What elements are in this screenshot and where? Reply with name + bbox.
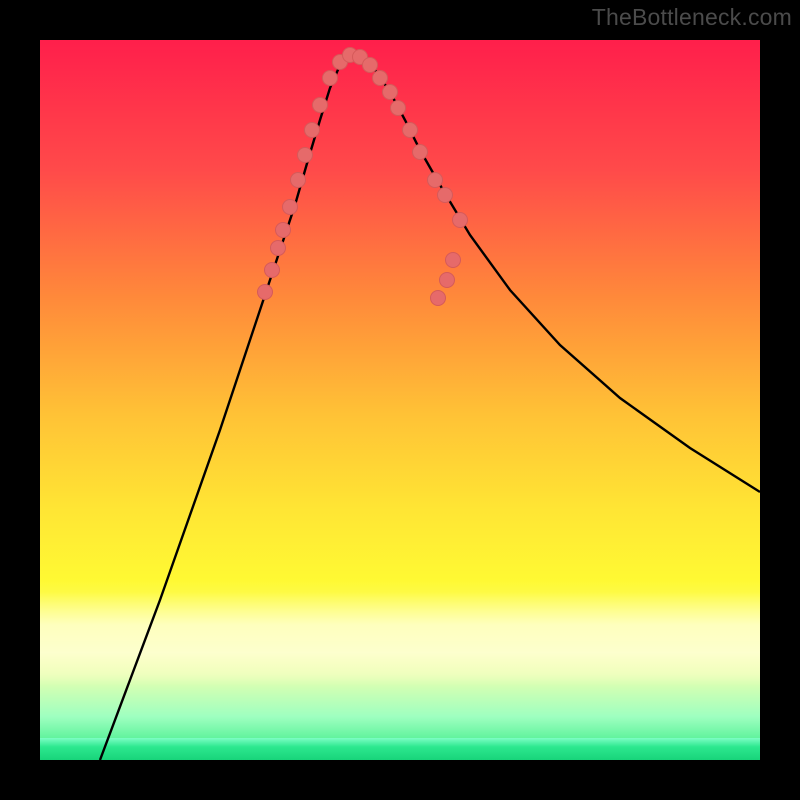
data-point (438, 188, 453, 203)
data-point (373, 71, 388, 86)
data-point (323, 71, 338, 86)
data-point (271, 241, 286, 256)
data-point (453, 213, 468, 228)
curve-svg (40, 40, 760, 760)
plot-area (40, 40, 760, 760)
data-point (413, 145, 428, 160)
data-point (313, 98, 328, 113)
data-point (403, 123, 418, 138)
data-point (446, 253, 461, 268)
data-point (283, 200, 298, 215)
data-point (431, 291, 446, 306)
data-points (258, 48, 468, 306)
data-point (298, 148, 313, 163)
data-point (383, 85, 398, 100)
data-point (265, 263, 280, 278)
data-point (258, 285, 273, 300)
chart-frame: TheBottleneck.com (0, 0, 800, 800)
data-point (440, 273, 455, 288)
data-point (428, 173, 443, 188)
data-point (276, 223, 291, 238)
data-point (391, 101, 406, 116)
data-point (291, 173, 306, 188)
data-point (363, 58, 378, 73)
bottleneck-curve (100, 55, 760, 760)
watermark-text: TheBottleneck.com (592, 4, 792, 31)
data-point (305, 123, 320, 138)
